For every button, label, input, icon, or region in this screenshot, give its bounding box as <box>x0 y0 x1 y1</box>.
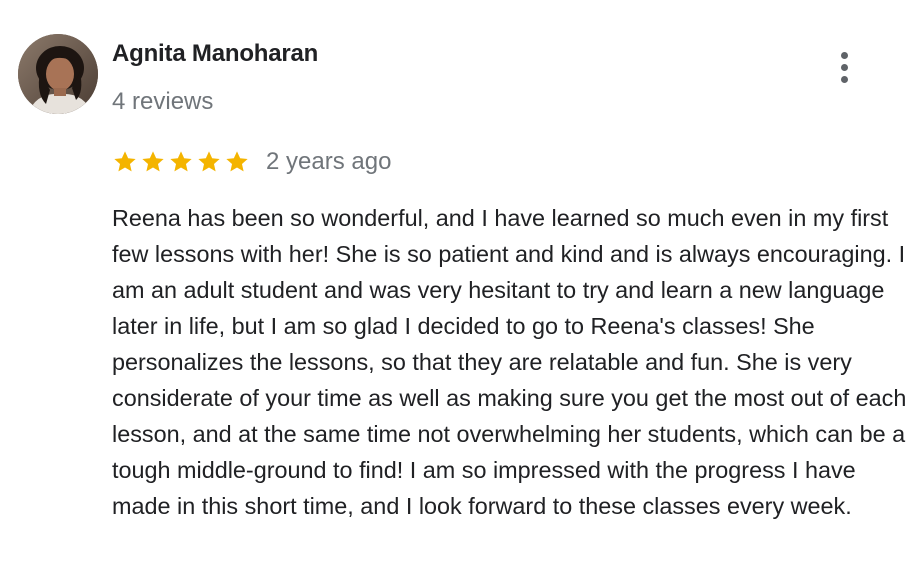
review-text: Reena has been so wonderful, and I have … <box>112 205 907 519</box>
profile-photo-icon <box>18 34 98 114</box>
star-icon <box>226 151 248 172</box>
star-icon <box>198 151 220 172</box>
star-icon <box>114 151 136 172</box>
star-rating <box>112 149 250 175</box>
more-vert-icon-dot <box>840 75 848 83</box>
author-name[interactable]: Agnita Manoharan <box>112 40 318 68</box>
star-icon <box>170 151 192 172</box>
more-vert-icon <box>840 51 848 59</box>
rating-row: 2 years ago <box>112 146 391 178</box>
more-options-button[interactable] <box>828 46 860 88</box>
review-date: 2 years ago <box>266 148 392 175</box>
more-vert-icon-dot <box>840 63 848 71</box>
author-avatar[interactable] <box>18 34 98 114</box>
review-card: Agnita Manoharan 4 reviews 2 years ago R… <box>0 0 918 576</box>
author-review-count[interactable]: 4 reviews <box>112 88 213 116</box>
star-icon <box>142 151 164 172</box>
